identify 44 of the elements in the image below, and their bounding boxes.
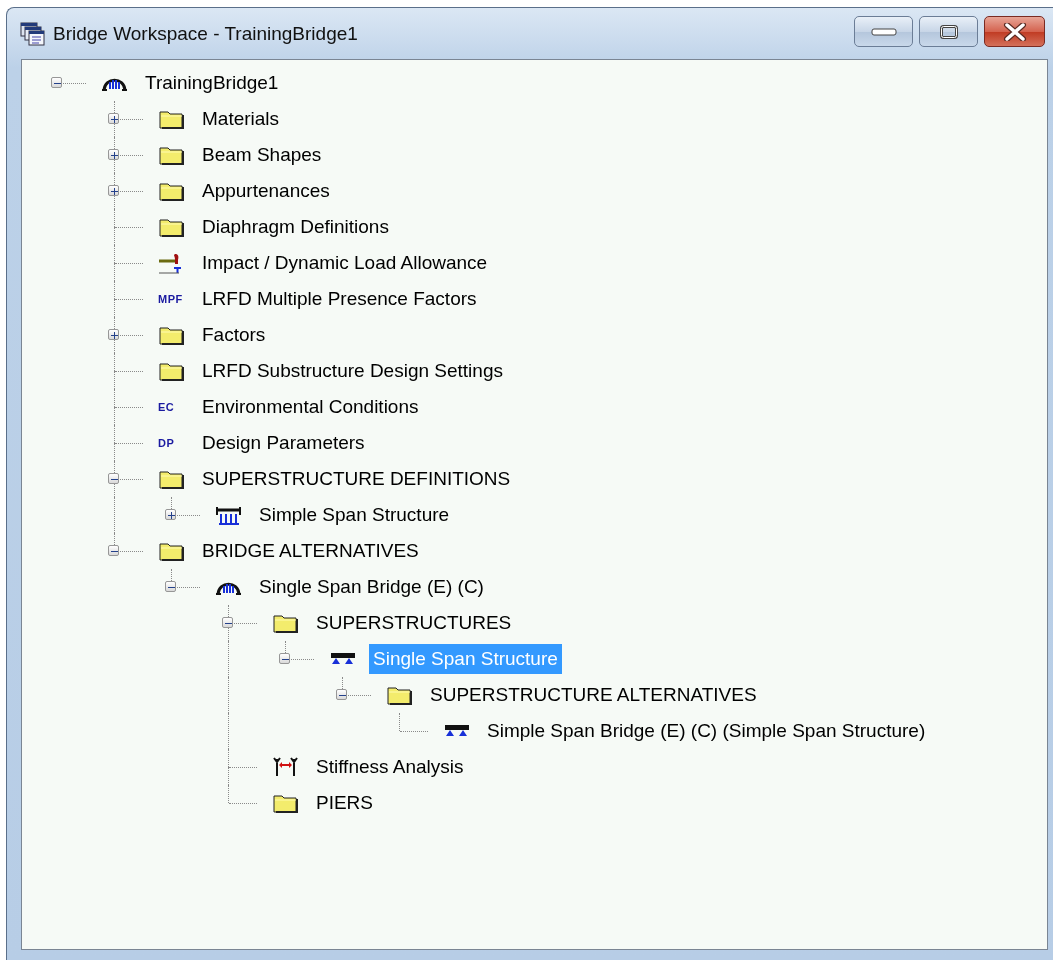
close-icon: [1002, 22, 1027, 41]
expander-button[interactable]: [222, 617, 233, 628]
item-code: DP: [158, 437, 176, 449]
expander-button[interactable]: [165, 509, 176, 520]
tree-item[interactable]: Environmental Conditions: [198, 392, 423, 422]
minimize-icon: [870, 26, 897, 37]
tree-item[interactable]: BRIDGE ALTERNATIVES: [198, 536, 423, 566]
expander-button[interactable]: [108, 149, 119, 160]
tree-item[interactable]: Simple Span Bridge (E) (C) (Simple Span Structure): [483, 716, 930, 746]
tree-item[interactable]: PIERS: [312, 788, 378, 818]
dimension-arrow-icon: [272, 755, 299, 779]
tree-item[interactable]: Impact / Dynamic Load Allowance: [198, 248, 492, 278]
tree-item[interactable]: TrainingBridge1: [141, 68, 283, 98]
tree-item[interactable]: Appurtenances: [198, 176, 334, 206]
item-code: MPF: [158, 293, 184, 305]
window-title: Bridge Workspace - TrainingBridge1: [53, 22, 359, 45]
tree-item[interactable]: Factors: [198, 320, 270, 350]
maximize-icon: [939, 24, 958, 39]
tree-item[interactable]: Beam Shapes: [198, 140, 326, 170]
tree-item[interactable]: Stiffness Analysis: [312, 752, 468, 782]
tree-item[interactable]: LRFD Substructure Design Settings: [198, 356, 507, 386]
expander-button[interactable]: [336, 689, 347, 700]
expander-button[interactable]: [108, 113, 119, 124]
minimize-button[interactable]: [854, 16, 913, 47]
tree-item[interactable]: Design Parameters: [198, 428, 369, 458]
expander-button[interactable]: [51, 77, 62, 88]
expander-button[interactable]: [165, 581, 176, 592]
tree-item[interactable]: LRFD Multiple Presence Factors: [198, 284, 481, 314]
expander-button[interactable]: [108, 329, 119, 340]
expander-button[interactable]: [108, 545, 119, 556]
tree-item[interactable]: Diaphragm Definitions: [198, 212, 393, 242]
tree-item[interactable]: SUPERSTRUCTURE DEFINITIONS: [198, 464, 515, 494]
item-code: EC: [158, 401, 176, 413]
expander-button[interactable]: [108, 473, 119, 484]
stacked-windows-icon: [20, 21, 46, 46]
maximize-button[interactable]: [919, 16, 978, 47]
expander-button[interactable]: [279, 653, 290, 664]
tree-item[interactable]: Single Span Bridge (E) (C): [255, 572, 488, 602]
expander-button[interactable]: [108, 185, 119, 196]
close-button[interactable]: [984, 16, 1045, 47]
tree-item[interactable]: SUPERSTRUCTURES: [312, 608, 516, 638]
tree-item[interactable]: Simple Span Structure: [255, 500, 454, 530]
tree-item[interactable]: SUPERSTRUCTURE ALTERNATIVES: [426, 680, 761, 710]
tree-item[interactable]: Materials: [198, 104, 284, 134]
